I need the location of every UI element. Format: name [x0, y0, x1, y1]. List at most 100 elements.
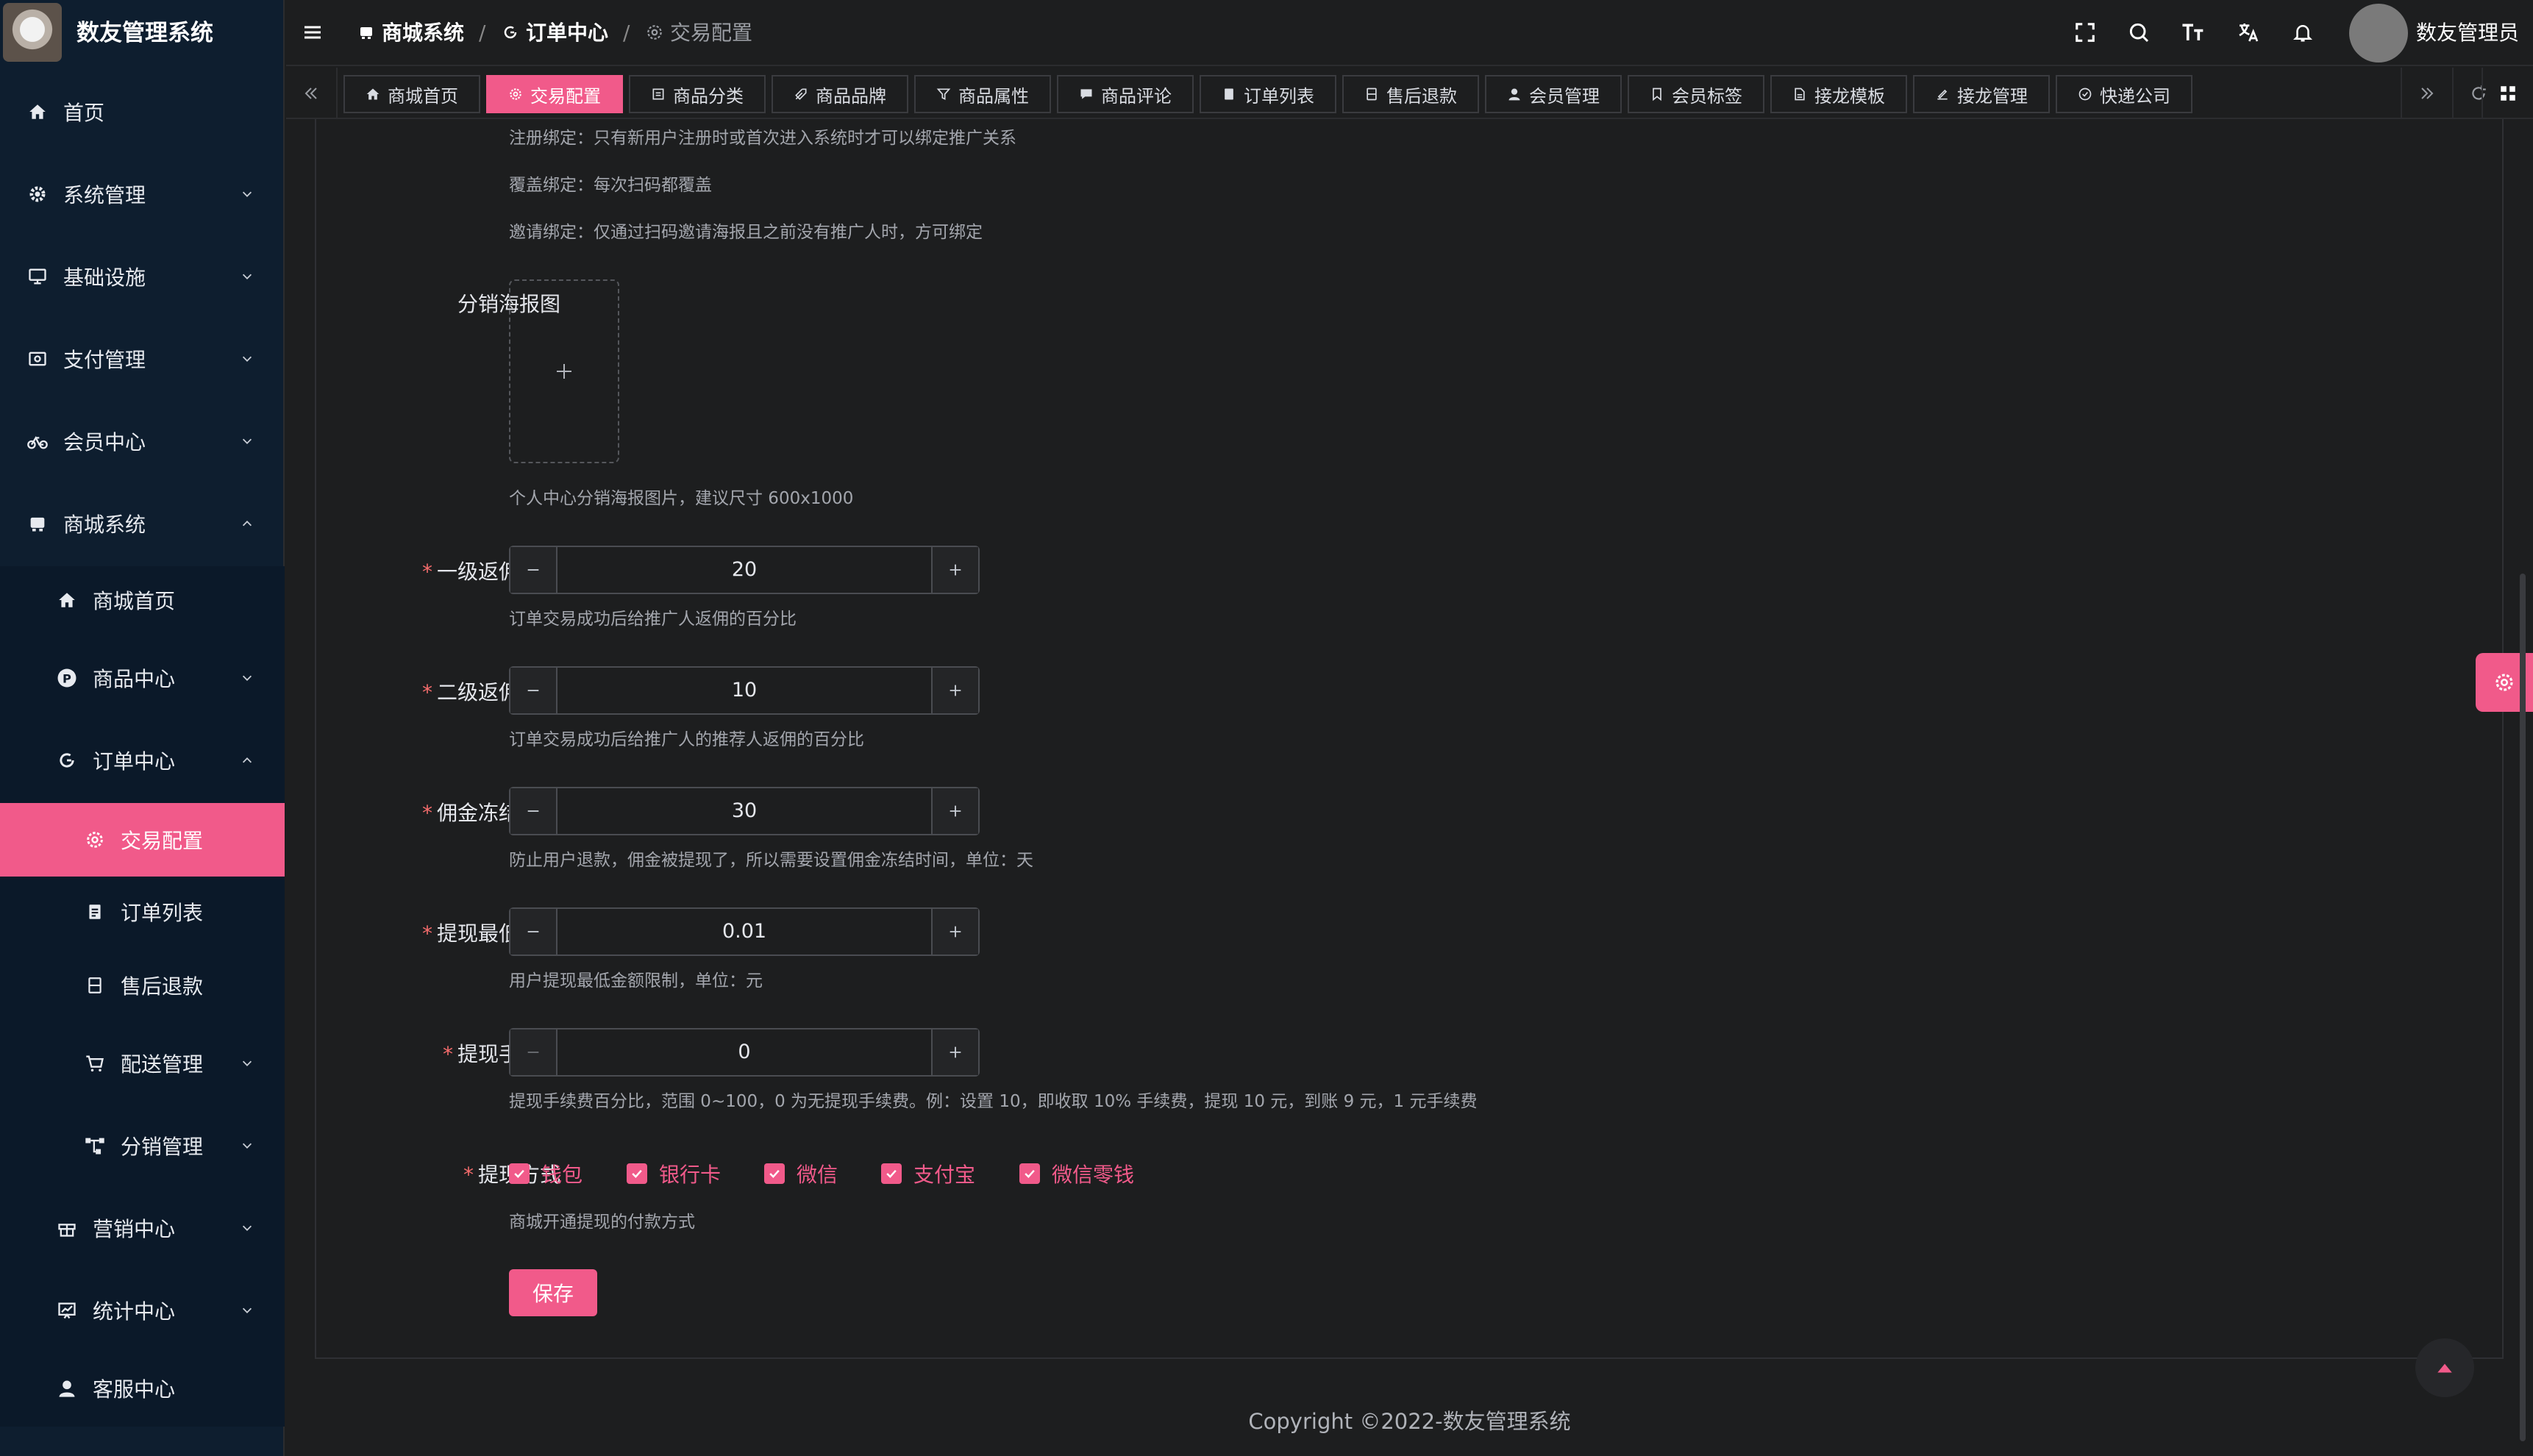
username[interactable]: 数友管理员 — [2416, 0, 2519, 66]
minus-icon — [527, 931, 539, 932]
level1-input[interactable]: 20 — [559, 547, 930, 593]
sidebar-item-infra[interactable]: 基础设施 — [0, 247, 285, 306]
checkbox-label: 支付宝 — [913, 1163, 976, 1187]
sidebar-item-home[interactable]: 首页 — [0, 82, 285, 141]
bike-icon — [26, 430, 49, 452]
scrollbar[interactable] — [2520, 574, 2526, 1441]
chevron-down-icon — [242, 1143, 252, 1149]
sidebar: 数友管理系统 首页 系统管理 基础设施 支付管理 会员中心 商城系统 商城首页 … — [0, 0, 285, 1456]
tab-item[interactable]: 订单列表 — [1200, 75, 1336, 113]
translate-icon[interactable] — [2232, 16, 2265, 49]
tab-item[interactable]: 商品属性 — [914, 75, 1051, 113]
increment-button[interactable] — [931, 909, 978, 954]
plus-icon — [557, 364, 571, 379]
check-circle-icon — [2078, 87, 2092, 101]
tab-item[interactable]: 会员标签 — [1628, 75, 1764, 113]
withdraw-method-checkbox[interactable]: 银行卡 — [627, 1159, 721, 1188]
poster-upload[interactable] — [509, 279, 619, 463]
document-icon — [1364, 87, 1379, 101]
tab-label: 订单列表 — [1244, 85, 1314, 107]
tab-label: 商品分类 — [673, 85, 744, 107]
shop-icon — [26, 513, 49, 535]
sidebar-item-payment[interactable]: 支付管理 — [0, 329, 285, 388]
font-size-icon[interactable] — [2177, 16, 2209, 49]
tab-label: 售后退款 — [1386, 85, 1457, 107]
tabs-scroll-left-button[interactable] — [286, 68, 338, 119]
tab-item[interactable]: 商城首页 — [343, 75, 480, 113]
binding-hint: 邀请绑定：仅通过扫码邀请海报且之前没有推广人时，方可绑定 — [509, 223, 983, 242]
avatar[interactable] — [2349, 4, 2408, 63]
level2-input[interactable]: 10 — [559, 668, 930, 713]
sidebar-item-marketing[interactable]: 营销中心 — [0, 1199, 285, 1257]
withdraw-method-checkbox[interactable]: 钱包 — [509, 1159, 583, 1188]
payment-icon — [26, 348, 49, 370]
freeze-days-hint: 防止用户退款，佣金被提现了，所以需要设置佣金冻结时间，单位：天 — [509, 851, 1033, 870]
check-icon — [1019, 1163, 1040, 1184]
sidebar-item-mall-home[interactable]: 商城首页 — [0, 571, 285, 629]
sidebar-item-label: 商城系统 — [63, 513, 146, 537]
sidebar-item-refund[interactable]: 售后退款 — [0, 956, 285, 1015]
sidebar-item-delivery[interactable]: 配送管理 — [0, 1034, 285, 1093]
tabs-scroll-right-button[interactable] — [2401, 68, 2452, 119]
bell-icon[interactable] — [2287, 16, 2319, 49]
chevron-down-icon — [242, 675, 252, 681]
sidebar-item-distribution[interactable]: 分销管理 — [0, 1116, 285, 1175]
sidebar-item-member[interactable]: 会员中心 — [0, 412, 285, 471]
min-withdraw-input[interactable]: 0.01 — [559, 909, 930, 954]
sidebar-item-label: 分销管理 — [121, 1135, 204, 1159]
tab-item[interactable]: 商品分类 — [629, 75, 766, 113]
decrement-button[interactable] — [510, 668, 557, 713]
tab-label: 会员标签 — [1672, 85, 1742, 107]
product-icon: P — [56, 667, 78, 689]
comment-icon — [1079, 87, 1094, 101]
sidebar-item-order-list[interactable]: 订单列表 — [0, 882, 285, 941]
minus-icon — [527, 569, 539, 571]
tab-item[interactable]: 交易配置 — [486, 75, 623, 113]
fullscreen-icon[interactable] — [2069, 16, 2101, 49]
withdraw-method-checkbox[interactable]: 微信零钱 — [1019, 1159, 1134, 1188]
withdraw-method-checkbox[interactable]: 支付宝 — [881, 1159, 975, 1188]
sidebar-item-trade-config[interactable]: 交易配置 — [0, 803, 285, 877]
sidebar-item-mall[interactable]: 商城系统 — [0, 494, 285, 553]
increment-button[interactable] — [931, 668, 978, 713]
back-to-top-button[interactable] — [2415, 1338, 2474, 1397]
decrement-button[interactable] — [510, 788, 557, 834]
tab-item[interactable]: 会员管理 — [1485, 75, 1622, 113]
tab-item[interactable]: 快递公司 — [2056, 75, 2192, 113]
decrement-button[interactable] — [510, 909, 557, 954]
sidebar-item-product[interactable]: P 商品中心 — [0, 649, 285, 707]
sidebar-item-order-center[interactable]: 订单中心 — [0, 731, 285, 790]
search-icon[interactable] — [2123, 16, 2155, 49]
shop-icon — [355, 16, 377, 49]
increment-button[interactable] — [931, 1029, 978, 1075]
user-icon — [1507, 87, 1522, 101]
menu-toggle-icon[interactable] — [296, 16, 329, 49]
footer-copyright: Copyright ©2022-数友管理系统 — [1248, 1409, 1571, 1434]
chevron-up-icon — [242, 757, 252, 763]
withdraw-method-checkbox[interactable]: 微信 — [764, 1159, 838, 1188]
tab-item[interactable]: 接龙模板 — [1770, 75, 1907, 113]
network-icon — [84, 1135, 106, 1157]
tab-item[interactable]: 商品评论 — [1057, 75, 1194, 113]
plus-icon — [950, 926, 961, 938]
decrement-button[interactable] — [510, 547, 557, 593]
sidebar-item-label: 订单中心 — [93, 749, 176, 774]
save-button[interactable]: 保存 — [509, 1269, 597, 1316]
freeze-days-input[interactable]: 30 — [559, 788, 930, 834]
sidebar-item-system[interactable]: 系统管理 — [0, 165, 285, 224]
withdraw-fee-input[interactable]: 0 — [559, 1029, 930, 1075]
decrement-button[interactable] — [510, 1029, 557, 1075]
sidebar-item-statistics[interactable]: 统计中心 — [0, 1281, 285, 1340]
tab-item[interactable]: 接龙管理 — [1913, 75, 2050, 113]
breadcrumb-item[interactable]: 订单中心 — [526, 0, 608, 66]
sidebar-item-service[interactable]: 客服中心 — [0, 1359, 285, 1418]
increment-button[interactable] — [931, 547, 978, 593]
min-withdraw-hint: 用户提现最低金额限制，单位：元 — [509, 971, 763, 991]
double-chevron-left-icon — [304, 88, 317, 99]
breadcrumb-item[interactable]: 商城系统 — [382, 0, 464, 66]
tab-item[interactable]: 商品品牌 — [772, 75, 908, 113]
tabs-menu-button[interactable] — [2482, 68, 2533, 119]
increment-button[interactable] — [931, 788, 978, 834]
sidebar-item-label: 首页 — [63, 101, 105, 125]
tab-item[interactable]: 售后退款 — [1342, 75, 1479, 113]
